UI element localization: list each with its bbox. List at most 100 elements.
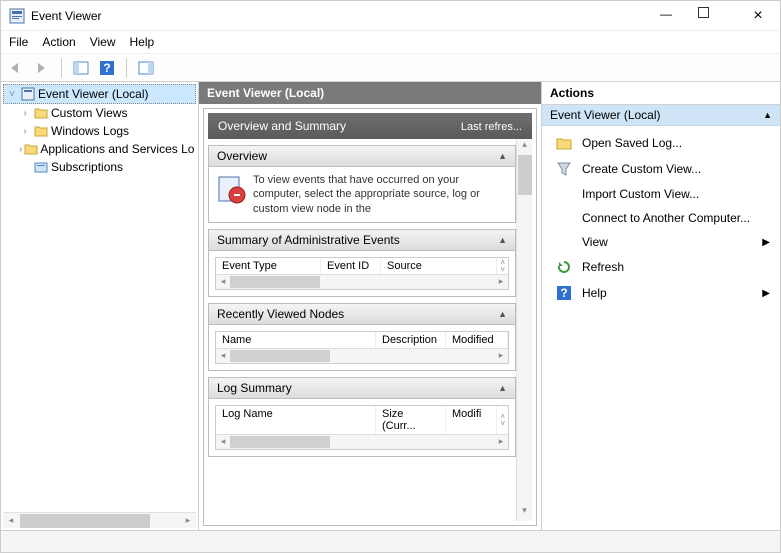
- chevron-up-icon: ▲: [498, 309, 507, 319]
- chevron-up-icon: ▲: [763, 110, 772, 120]
- log-table: Log Name Size (Curr... Modifi ˄˅ ◂ ▸: [215, 405, 509, 450]
- col-size[interactable]: Size (Curr...: [376, 406, 446, 434]
- action-create-custom-view[interactable]: Create Custom View...: [542, 156, 780, 182]
- expand-icon[interactable]: ›: [19, 126, 31, 137]
- table-hscrollbar[interactable]: ◂ ▸: [216, 435, 508, 449]
- tree-apps-services[interactable]: › Applications and Services Lo: [17, 140, 196, 158]
- col-modified[interactable]: Modified: [446, 332, 508, 348]
- tree-item-label: Custom Views: [51, 106, 127, 120]
- tree-hscrollbar[interactable]: ◂ ▸: [3, 512, 196, 528]
- folder-icon: [24, 141, 38, 157]
- expand-icon[interactable]: ›: [19, 108, 31, 119]
- expand-icon[interactable]: ›: [19, 144, 22, 155]
- action-connect-computer[interactable]: Connect to Another Computer...: [542, 206, 780, 230]
- menu-bar: File Action View Help: [1, 31, 780, 54]
- chevron-up-icon: ▲: [498, 235, 507, 245]
- svg-text:?: ?: [560, 286, 567, 300]
- section-recent-header[interactable]: Recently Viewed Nodes ▲: [209, 304, 515, 325]
- scroll-thumb[interactable]: [230, 436, 330, 448]
- tree-custom-views[interactable]: › Custom Views: [17, 104, 196, 122]
- table-hscrollbar[interactable]: ◂ ▸: [216, 275, 508, 289]
- section-label: Summary of Administrative Events: [217, 233, 400, 247]
- tree-root[interactable]: ˅ Event Viewer (Local): [3, 84, 196, 104]
- back-button[interactable]: [5, 57, 27, 79]
- toolbar: ?: [1, 54, 780, 82]
- section-admin-header[interactable]: Summary of Administrative Events ▲: [209, 230, 515, 251]
- action-label: Connect to Another Computer...: [582, 211, 750, 225]
- section-overview-header[interactable]: Overview ▲: [209, 146, 515, 167]
- center-header: Event Viewer (Local): [199, 82, 541, 104]
- action-import-custom-view[interactable]: Import Custom View...: [542, 182, 780, 206]
- actions-header: Actions: [542, 82, 780, 105]
- table-hscrollbar[interactable]: ◂ ▸: [216, 349, 508, 363]
- app-icon: [9, 8, 25, 24]
- action-view[interactable]: View ▶: [542, 230, 780, 254]
- forward-button[interactable]: [31, 57, 53, 79]
- scroll-left-icon[interactable]: ◂: [3, 515, 19, 526]
- col-source[interactable]: Source: [381, 258, 497, 274]
- updown-icon[interactable]: ˄˅: [497, 406, 508, 434]
- tree-item-label: Applications and Services Lo: [40, 142, 194, 156]
- title-bar: Event Viewer — ×: [1, 1, 780, 31]
- col-event-type[interactable]: Event Type: [216, 258, 321, 274]
- action-label: Help: [582, 286, 607, 300]
- col-modified[interactable]: Modifi: [446, 406, 497, 434]
- close-button[interactable]: ×: [744, 7, 772, 25]
- show-tree-button[interactable]: [70, 57, 92, 79]
- scroll-right-icon[interactable]: ▸: [180, 515, 196, 526]
- center-vscrollbar[interactable]: ▴ ▾: [516, 139, 532, 521]
- filter-icon: [556, 161, 572, 177]
- help-icon: ?: [556, 285, 572, 301]
- folder-icon: [33, 123, 49, 139]
- updown-icon[interactable]: ˄˅: [497, 258, 508, 274]
- menu-view[interactable]: View: [90, 35, 116, 49]
- info-icon: [215, 173, 247, 205]
- action-open-saved-log[interactable]: Open Saved Log...: [542, 130, 780, 156]
- actions-subheader[interactable]: Event Viewer (Local) ▲: [542, 105, 780, 126]
- status-bar: [1, 530, 780, 552]
- action-label: Refresh: [582, 260, 624, 274]
- help-button[interactable]: ?: [96, 57, 118, 79]
- admin-table: Event Type Event ID Source ˄˅ ◂ ▸: [215, 257, 509, 290]
- actions-subheader-label: Event Viewer (Local): [550, 108, 661, 122]
- col-name[interactable]: Name: [216, 332, 376, 348]
- tree-subscriptions[interactable]: Subscriptions: [17, 158, 196, 176]
- scroll-thumb[interactable]: [230, 276, 320, 288]
- action-refresh[interactable]: Refresh: [542, 254, 780, 280]
- col-description[interactable]: Description: [376, 332, 446, 348]
- section-recent-nodes: Recently Viewed Nodes ▲ Name Description…: [208, 303, 516, 371]
- section-overview: Overview ▲ To view events that have occu…: [208, 145, 516, 223]
- show-actions-button[interactable]: [135, 57, 157, 79]
- scroll-up-icon[interactable]: ▴: [517, 139, 532, 155]
- menu-help[interactable]: Help: [130, 35, 155, 49]
- submenu-arrow-icon: ▶: [762, 288, 770, 299]
- folder-icon: [33, 105, 49, 121]
- scroll-down-icon[interactable]: ▾: [517, 505, 532, 521]
- scroll-thumb[interactable]: [20, 514, 150, 528]
- center-pane: Event Viewer (Local) Overview and Summar…: [199, 82, 542, 530]
- scroll-right-icon[interactable]: ▸: [494, 350, 508, 361]
- scroll-left-icon[interactable]: ◂: [216, 276, 230, 287]
- col-log-name[interactable]: Log Name: [216, 406, 376, 434]
- scroll-thumb[interactable]: [518, 155, 532, 195]
- tree-root-label: Event Viewer (Local): [38, 87, 149, 101]
- tree-item-label: Subscriptions: [51, 160, 123, 174]
- scroll-left-icon[interactable]: ◂: [216, 436, 230, 447]
- scroll-left-icon[interactable]: ◂: [216, 350, 230, 361]
- scroll-right-icon[interactable]: ▸: [494, 276, 508, 287]
- col-event-id[interactable]: Event ID: [321, 258, 381, 274]
- minimize-button[interactable]: —: [652, 7, 680, 25]
- maximize-button[interactable]: [698, 7, 726, 25]
- menu-file[interactable]: File: [9, 35, 28, 49]
- section-admin-events: Summary of Administrative Events ▲ Event…: [208, 229, 516, 297]
- overview-message: To view events that have occurred on you…: [253, 173, 509, 216]
- action-help[interactable]: ? Help ▶: [542, 280, 780, 306]
- refresh-icon: [556, 259, 572, 275]
- scroll-thumb[interactable]: [230, 350, 330, 362]
- scroll-right-icon[interactable]: ▸: [494, 436, 508, 447]
- section-label: Recently Viewed Nodes: [217, 307, 344, 321]
- tree-windows-logs[interactable]: › Windows Logs: [17, 122, 196, 140]
- collapse-icon[interactable]: ˅: [6, 89, 18, 100]
- menu-action[interactable]: Action: [42, 35, 75, 49]
- section-log-header[interactable]: Log Summary ▲: [209, 378, 515, 399]
